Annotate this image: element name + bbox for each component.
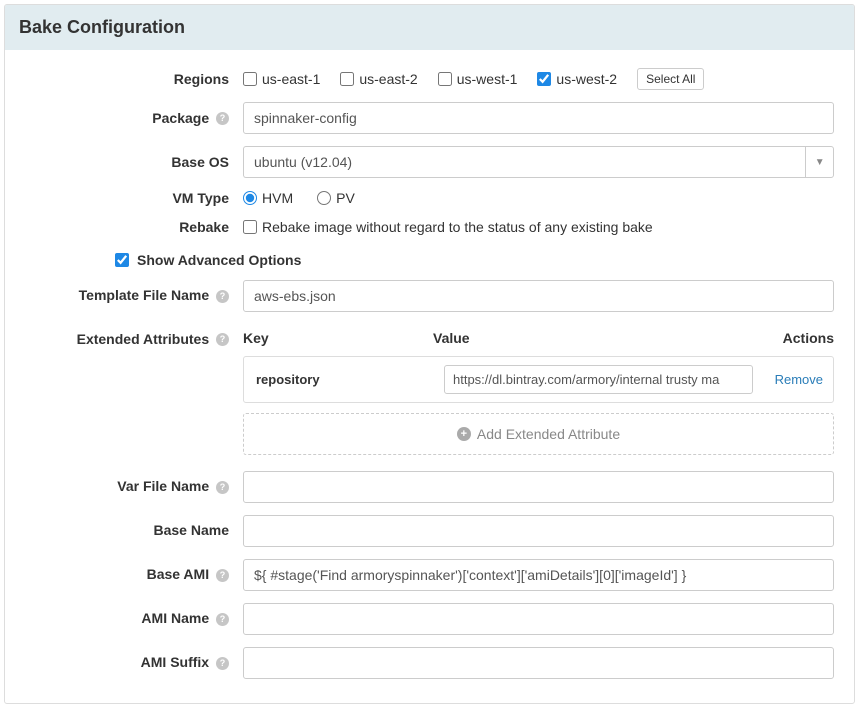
row-var-file: Var File Name ? [25, 471, 834, 503]
region-label: us-west-2 [556, 71, 617, 87]
region-option-us-west-1[interactable]: us-west-1 [438, 71, 518, 87]
region-option-us-west-2[interactable]: us-west-2 [537, 71, 617, 87]
region-checkbox[interactable] [438, 72, 452, 86]
region-checkbox[interactable] [537, 72, 551, 86]
region-option-us-east-1[interactable]: us-east-1 [243, 71, 320, 87]
row-ami-suffix: AMI Suffix ? [25, 647, 834, 679]
region-label: us-east-2 [359, 71, 417, 87]
plus-icon: + [457, 427, 471, 441]
region-checkbox[interactable] [243, 72, 257, 86]
rebake-checkbox-wrap[interactable]: Rebake image without regard to the statu… [243, 219, 653, 235]
row-extended-attributes: Extended Attributes ? Key Value Actions … [25, 324, 834, 455]
vmtype-radio[interactable] [243, 191, 257, 205]
ami-name-input[interactable] [243, 603, 834, 635]
label-ami-suffix: AMI Suffix ? [25, 654, 243, 671]
attr-header: Key Value Actions [243, 324, 834, 356]
vmtype-option-pv[interactable]: PV [317, 190, 355, 206]
panel-body: Regions us-east-1 us-east-2 us-west-1 us… [5, 50, 854, 703]
attr-row: repository Remove [243, 356, 834, 403]
label-package: Package ? [25, 110, 243, 127]
advanced-checkbox[interactable] [115, 253, 129, 267]
row-rebake: Rebake Rebake image without regard to th… [25, 219, 834, 236]
extended-attributes-block: Key Value Actions repository Remove + Ad… [243, 324, 834, 455]
var-file-input[interactable] [243, 471, 834, 503]
attr-header-value: Value [433, 330, 764, 346]
select-all-button[interactable]: Select All [637, 68, 704, 90]
attr-header-actions: Actions [764, 330, 834, 346]
chevron-down-icon[interactable]: ▼ [805, 146, 834, 178]
label-base-ami: Base AMI ? [25, 566, 243, 583]
label-baseos: Base OS [25, 154, 243, 171]
regions-field: us-east-1 us-east-2 us-west-1 us-west-2 … [243, 68, 834, 90]
add-attr-label: Add Extended Attribute [477, 426, 620, 442]
label-var-file: Var File Name ? [25, 478, 243, 495]
bake-configuration-panel: Bake Configuration Regions us-east-1 us-… [4, 4, 855, 704]
panel-title: Bake Configuration [5, 5, 854, 50]
vmtype-label: PV [336, 190, 355, 206]
vmtype-option-hvm[interactable]: HVM [243, 190, 293, 206]
vmtype-radio[interactable] [317, 191, 331, 205]
ami-suffix-input[interactable] [243, 647, 834, 679]
row-regions: Regions us-east-1 us-east-2 us-west-1 us… [25, 68, 834, 90]
help-icon[interactable]: ? [216, 481, 229, 494]
row-base-name: Base Name [25, 515, 834, 547]
row-vmtype: VM Type HVM PV [25, 190, 834, 207]
attr-key: repository [254, 372, 444, 387]
row-package: Package ? [25, 102, 834, 134]
label-extended-attributes: Extended Attributes ? [25, 324, 243, 348]
row-baseos: Base OS ▼ [25, 146, 834, 178]
row-template-file: Template File Name ? [25, 280, 834, 312]
attr-header-key: Key [243, 330, 433, 346]
base-ami-input[interactable] [243, 559, 834, 591]
label-vmtype: VM Type [25, 190, 243, 207]
row-ami-name: AMI Name ? [25, 603, 834, 635]
row-advanced-toggle: Show Advanced Options [25, 252, 834, 268]
label-rebake: Rebake [25, 219, 243, 236]
help-icon[interactable]: ? [216, 657, 229, 670]
help-icon[interactable]: ? [216, 112, 229, 125]
attr-value-input[interactable] [444, 365, 753, 394]
label-template-file: Template File Name ? [25, 287, 243, 304]
help-icon[interactable]: ? [216, 569, 229, 582]
help-icon[interactable]: ? [216, 290, 229, 303]
label-base-name: Base Name [25, 522, 243, 539]
vmtype-label: HVM [262, 190, 293, 206]
baseos-select[interactable]: ▼ [243, 146, 834, 178]
template-file-input[interactable] [243, 280, 834, 312]
label-ami-name: AMI Name ? [25, 610, 243, 627]
advanced-label: Show Advanced Options [137, 252, 301, 268]
row-base-ami: Base AMI ? [25, 559, 834, 591]
remove-link[interactable]: Remove [775, 372, 823, 387]
region-label: us-west-1 [457, 71, 518, 87]
baseos-value[interactable] [243, 146, 805, 178]
base-name-input[interactable] [243, 515, 834, 547]
help-icon[interactable]: ? [216, 613, 229, 626]
rebake-checkbox[interactable] [243, 220, 257, 234]
region-option-us-east-2[interactable]: us-east-2 [340, 71, 417, 87]
help-icon[interactable]: ? [216, 333, 229, 346]
package-input[interactable] [243, 102, 834, 134]
add-extended-attribute-button[interactable]: + Add Extended Attribute [243, 413, 834, 455]
region-checkbox[interactable] [340, 72, 354, 86]
region-label: us-east-1 [262, 71, 320, 87]
label-regions: Regions [25, 71, 243, 88]
rebake-text: Rebake image without regard to the statu… [262, 219, 653, 235]
